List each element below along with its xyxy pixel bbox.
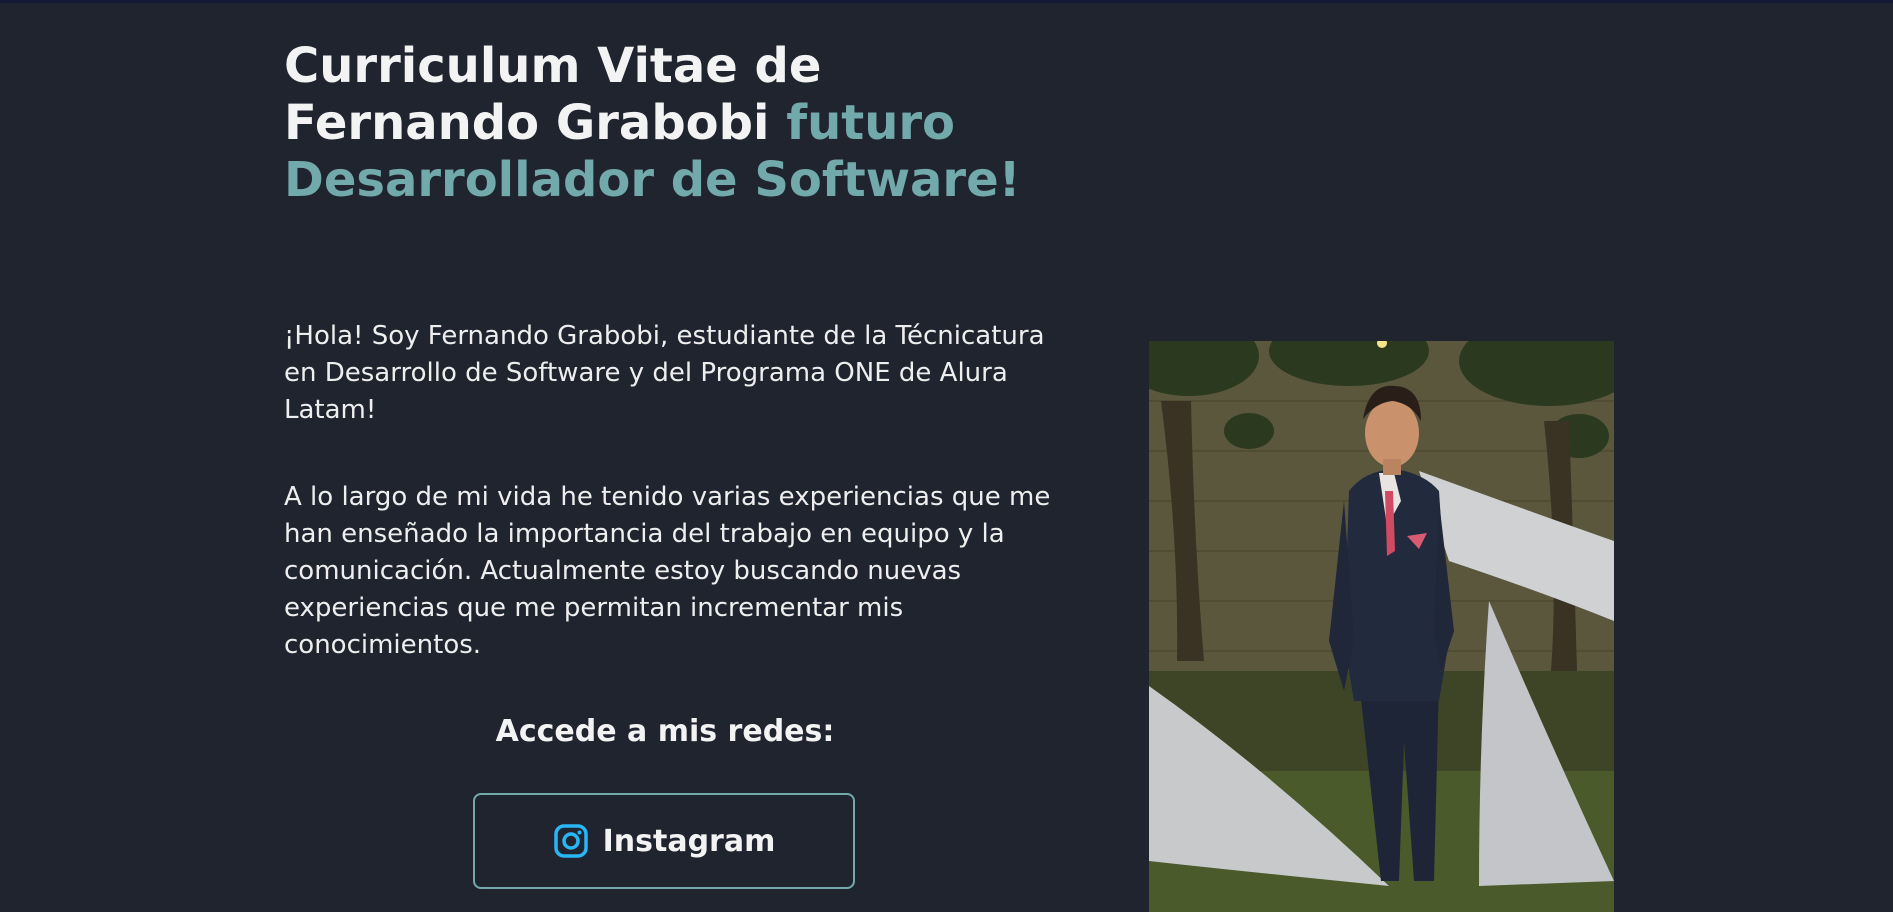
instagram-icon xyxy=(553,823,589,859)
instagram-button[interactable]: Instagram xyxy=(473,793,855,889)
experience-paragraph: A lo largo de mi vida he tenido varias e… xyxy=(284,482,1051,660)
profile-photo xyxy=(1149,341,1614,912)
intro-paragraph: ¡Hola! Soy Fernando Grabobi, estudiante … xyxy=(284,321,1045,425)
main-content: Curriculum Vitae de Fernando Grabobi fut… xyxy=(284,38,1054,889)
top-border xyxy=(0,0,1893,3)
page-title: Curriculum Vitae de Fernando Grabobi fut… xyxy=(284,38,1044,209)
networks-heading: Accede a mis redes: xyxy=(495,714,835,749)
title-main: Curriculum Vitae de Fernando Grabobi xyxy=(284,38,822,151)
instagram-label: Instagram xyxy=(602,823,776,859)
